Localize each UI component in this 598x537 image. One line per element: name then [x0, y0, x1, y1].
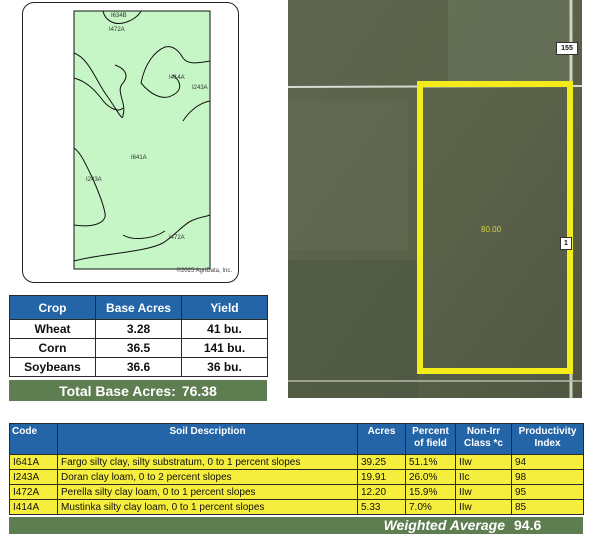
table-row: Wheat 3.28 41 bu.: [9, 319, 268, 339]
soil-index: 98: [511, 469, 584, 485]
soil-map-card: I634B I472A I414A I243A I641A I243A I472…: [22, 2, 239, 283]
soil-index: 94: [511, 454, 584, 470]
soil-description: Doran clay loam, 0 to 2 percent slopes: [57, 469, 358, 485]
soil-label: I414A: [169, 75, 185, 81]
soil-code: I641A: [9, 454, 58, 470]
field-boundary: [73, 10, 211, 270]
column-header: Crop: [9, 295, 96, 320]
table-row: I641A Fargo silty clay, silty substratum…: [9, 454, 584, 470]
column-header: Yield: [181, 295, 268, 320]
column-header: Non-Irr Class *c: [455, 423, 512, 455]
soil-acres: 19.91: [357, 469, 406, 485]
soil-code: I472A: [9, 484, 58, 500]
column-header: Acres: [357, 423, 406, 455]
soil-class: IIw: [455, 499, 512, 515]
soil-description: Fargo silty clay, silty substratum, 0 to…: [57, 454, 358, 470]
soil-description: Mustinka silty clay loam, 0 to 1 percent…: [57, 499, 358, 515]
aerial-image: [288, 0, 582, 398]
soil-label: I243A: [192, 85, 208, 91]
soil-map-drawing: [73, 10, 211, 270]
table-row: I243A Doran clay loam, 0 to 2 percent sl…: [9, 469, 584, 485]
soil-label: I641A: [131, 155, 147, 161]
column-header: Base Acres: [95, 295, 182, 320]
table-row: I472A Perella silty clay loam, 0 to 1 pe…: [9, 484, 584, 500]
crop-table-header: Crop Base Acres Yield: [9, 295, 268, 320]
soil-code: I414A: [9, 499, 58, 515]
base-acres: 3.28: [95, 319, 182, 339]
yield: 41 bu.: [181, 319, 268, 339]
column-header: Percent of field: [405, 423, 456, 455]
total-value: 76.38: [181, 382, 217, 399]
yield: 36 bu.: [181, 357, 268, 377]
soil-table-header: Code Soil Description Acres Percent of f…: [9, 423, 584, 455]
soil-table: Code Soil Description Acres Percent of f…: [9, 423, 584, 515]
aerial-photo: 155 1 80.00: [288, 0, 582, 398]
table-row: Corn 36.5 141 bu.: [9, 338, 268, 358]
base-acres: 36.6: [95, 357, 182, 377]
table-row: Soybeans 36.6 36 bu.: [9, 357, 268, 377]
total-base-acres: Total Base Acres: 76.38: [9, 380, 267, 401]
base-acres: 36.5: [95, 338, 182, 358]
soil-acres: 39.25: [357, 454, 406, 470]
crop-table: Crop Base Acres Yield Wheat 3.28 41 bu. …: [9, 295, 268, 377]
soil-percent: 26.0%: [405, 469, 456, 485]
soil-label: I243A: [86, 177, 102, 183]
map-copyright: ©2025 AgriData, Inc.: [176, 268, 232, 274]
column-header: Productivity Index: [511, 423, 584, 455]
soil-class: IIc: [455, 469, 512, 485]
road-shield: 155: [556, 42, 578, 55]
soil-class: IIw: [455, 454, 512, 470]
soil-description: Perella silty clay loam, 0 to 1 percent …: [57, 484, 358, 500]
soil-label: I472A: [109, 27, 125, 33]
table-row: I414A Mustinka silty clay loam, 0 to 1 p…: [9, 499, 584, 515]
soil-label: I472A: [169, 235, 185, 241]
field-acres-label: 80.00: [481, 225, 502, 234]
column-header: Soil Description: [57, 423, 358, 455]
total-label: Total Base Acres:: [59, 382, 176, 399]
weighted-average-label: Weighted Average: [383, 517, 505, 533]
soil-code: I243A: [9, 469, 58, 485]
soil-percent: 7.0%: [405, 499, 456, 515]
soil-class: IIw: [455, 484, 512, 500]
crop-name: Corn: [9, 338, 96, 358]
soil-label: I634B: [111, 13, 127, 19]
yield: 141 bu.: [181, 338, 268, 358]
weighted-average-bar: Weighted Average 94.6: [9, 517, 583, 534]
soil-percent: 15.9%: [405, 484, 456, 500]
weighted-average-value: 94.6: [514, 517, 542, 533]
soil-acres: 5.33: [357, 499, 406, 515]
soil-index: 95: [511, 484, 584, 500]
soil-acres: 12.20: [357, 484, 406, 500]
road-shield: 1: [560, 237, 572, 250]
soil-percent: 51.1%: [405, 454, 456, 470]
crop-name: Soybeans: [9, 357, 96, 377]
crop-name: Wheat: [9, 319, 96, 339]
soil-index: 85: [511, 499, 584, 515]
column-header: Code: [9, 423, 58, 455]
